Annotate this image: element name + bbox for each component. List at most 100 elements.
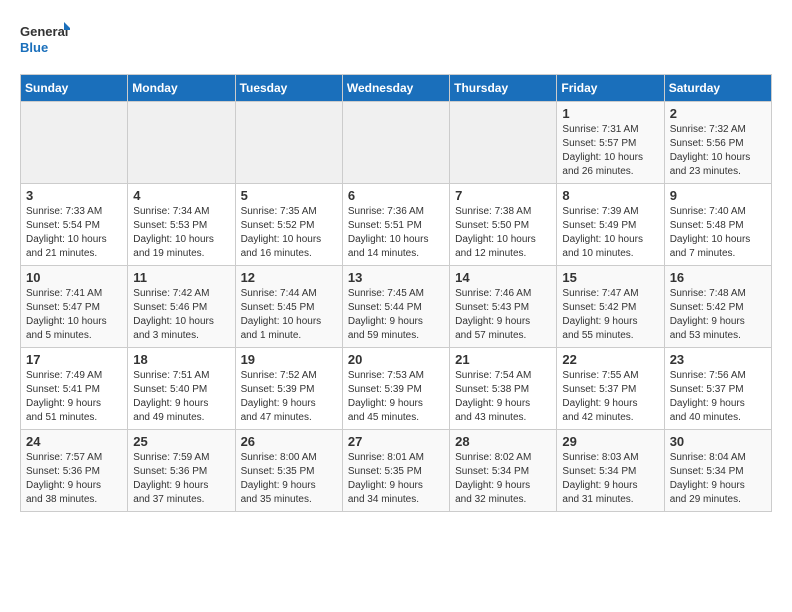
svg-text:Blue: Blue [20,40,48,55]
day-number: 24 [26,434,122,449]
day-info: Sunrise: 7:46 AM Sunset: 5:43 PM Dayligh… [455,287,551,343]
day-info: Sunrise: 7:56 AM Sunset: 5:37 PM Dayligh… [670,369,766,425]
day-number: 3 [26,188,122,203]
calendar-cell [450,102,557,184]
day-header-friday: Friday [557,75,664,102]
day-header-sunday: Sunday [21,75,128,102]
day-info: Sunrise: 7:51 AM Sunset: 5:40 PM Dayligh… [133,369,229,425]
day-info: Sunrise: 7:33 AM Sunset: 5:54 PM Dayligh… [26,205,122,261]
day-number: 22 [562,352,658,367]
day-info: Sunrise: 7:44 AM Sunset: 5:45 PM Dayligh… [241,287,337,343]
day-info: Sunrise: 8:02 AM Sunset: 5:34 PM Dayligh… [455,451,551,507]
day-number: 20 [348,352,444,367]
calendar-cell: 9Sunrise: 7:40 AM Sunset: 5:48 PM Daylig… [664,184,771,266]
calendar-cell: 24 Sunrise: 7:57 AM Sunset: 5:36 PM Dayli… [21,430,128,512]
day-number: 28 [455,434,551,449]
day-number: 27 [348,434,444,449]
calendar-week-3: 10 Sunrise: 7:41 AM Sunset: 5:47 PM Dayli… [21,266,772,348]
day-info: Sunrise: 7:38 AM Sunset: 5:50 PM Dayligh… [455,205,551,261]
day-number: 15 [562,270,658,285]
day-number: 11 [133,270,229,285]
day-number: 2 [670,106,766,121]
day-info: Sunrise: 7:55 AM Sunset: 5:37 PM Dayligh… [562,369,658,425]
day-info: Sunrise: 7:59 AM Sunset: 5:36 PM Dayligh… [133,451,229,507]
day-info: Sunrise: 7:48 AM Sunset: 5:42 PM Dayligh… [670,287,766,343]
calendar-cell: 21Sunrise: 7:54 AM Sunset: 5:38 PM Dayli… [450,348,557,430]
calendar-cell: 26 Sunrise: 8:00 AM Sunset: 5:35 PM Dayli… [235,430,342,512]
day-number: 21 [455,352,551,367]
day-number: 17 [26,352,122,367]
day-info: Sunrise: 8:00 AM Sunset: 5:35 PM Dayligh… [241,451,337,507]
calendar-cell: 5 Sunrise: 7:35 AM Sunset: 5:52 PM Daylig… [235,184,342,266]
calendar-cell: 28 Sunrise: 8:02 AM Sunset: 5:34 PM Dayli… [450,430,557,512]
day-info: Sunrise: 7:34 AM Sunset: 5:53 PM Dayligh… [133,205,229,261]
day-number: 14 [455,270,551,285]
logo: General Blue [20,20,70,64]
day-number: 25 [133,434,229,449]
calendar-cell: 15Sunrise: 7:47 AM Sunset: 5:42 PM Dayli… [557,266,664,348]
page-header: General Blue [20,20,772,64]
day-number: 10 [26,270,122,285]
day-info: Sunrise: 7:45 AM Sunset: 5:44 PM Dayligh… [348,287,444,343]
day-number: 12 [241,270,337,285]
svg-text:General: General [20,24,68,39]
calendar-cell: 4 Sunrise: 7:34 AM Sunset: 5:53 PM Daylig… [128,184,235,266]
day-number: 9 [670,188,766,203]
calendar-cell: 22 Sunrise: 7:55 AM Sunset: 5:37 PM Dayli… [557,348,664,430]
calendar-cell [342,102,449,184]
calendar-cell: 19 Sunrise: 7:52 AM Sunset: 5:39 PM Dayli… [235,348,342,430]
calendar-week-2: 3 Sunrise: 7:33 AM Sunset: 5:54 PM Daylig… [21,184,772,266]
calendar-header-row: SundayMondayTuesdayWednesdayThursdayFrid… [21,75,772,102]
day-number: 6 [348,188,444,203]
calendar-cell: 29 Sunrise: 8:03 AM Sunset: 5:34 PM Dayli… [557,430,664,512]
calendar-cell: 16 Sunrise: 7:48 AM Sunset: 5:42 PM Dayli… [664,266,771,348]
day-number: 7 [455,188,551,203]
calendar-cell: 20 Sunrise: 7:53 AM Sunset: 5:39 PM Dayli… [342,348,449,430]
day-info: Sunrise: 7:41 AM Sunset: 5:47 PM Dayligh… [26,287,122,343]
calendar-cell: 18Sunrise: 7:51 AM Sunset: 5:40 PM Dayli… [128,348,235,430]
day-info: Sunrise: 7:57 AM Sunset: 5:36 PM Dayligh… [26,451,122,507]
calendar-cell [128,102,235,184]
calendar-cell: 6 Sunrise: 7:36 AM Sunset: 5:51 PM Daylig… [342,184,449,266]
calendar-cell: 2 Sunrise: 7:32 AM Sunset: 5:56 PM Daylig… [664,102,771,184]
calendar-cell: 25 Sunrise: 7:59 AM Sunset: 5:36 PM Dayli… [128,430,235,512]
day-number: 30 [670,434,766,449]
calendar-table: SundayMondayTuesdayWednesdayThursdayFrid… [20,74,772,512]
day-number: 4 [133,188,229,203]
day-number: 5 [241,188,337,203]
calendar-cell: 10 Sunrise: 7:41 AM Sunset: 5:47 PM Dayli… [21,266,128,348]
day-number: 26 [241,434,337,449]
day-header-saturday: Saturday [664,75,771,102]
day-number: 8 [562,188,658,203]
calendar-week-5: 24 Sunrise: 7:57 AM Sunset: 5:36 PM Dayli… [21,430,772,512]
day-info: Sunrise: 8:03 AM Sunset: 5:34 PM Dayligh… [562,451,658,507]
calendar-cell: 11 Sunrise: 7:42 AM Sunset: 5:46 PM Dayli… [128,266,235,348]
calendar-week-1: 1 Sunrise: 7:31 AM Sunset: 5:57 PM Daylig… [21,102,772,184]
calendar-week-4: 17 Sunrise: 7:49 AM Sunset: 5:41 PM Dayli… [21,348,772,430]
day-info: Sunrise: 7:49 AM Sunset: 5:41 PM Dayligh… [26,369,122,425]
day-info: Sunrise: 7:36 AM Sunset: 5:51 PM Dayligh… [348,205,444,261]
day-info: Sunrise: 7:39 AM Sunset: 5:49 PM Dayligh… [562,205,658,261]
calendar-cell: 3 Sunrise: 7:33 AM Sunset: 5:54 PM Daylig… [21,184,128,266]
day-number: 29 [562,434,658,449]
day-number: 13 [348,270,444,285]
day-header-tuesday: Tuesday [235,75,342,102]
day-number: 16 [670,270,766,285]
day-number: 1 [562,106,658,121]
day-info: Sunrise: 7:52 AM Sunset: 5:39 PM Dayligh… [241,369,337,425]
day-header-monday: Monday [128,75,235,102]
calendar-cell [235,102,342,184]
day-info: Sunrise: 7:53 AM Sunset: 5:39 PM Dayligh… [348,369,444,425]
day-info: Sunrise: 7:31 AM Sunset: 5:57 PM Dayligh… [562,123,658,179]
day-info: Sunrise: 7:32 AM Sunset: 5:56 PM Dayligh… [670,123,766,179]
day-info: Sunrise: 7:35 AM Sunset: 5:52 PM Dayligh… [241,205,337,261]
day-header-thursday: Thursday [450,75,557,102]
day-number: 23 [670,352,766,367]
day-info: Sunrise: 7:42 AM Sunset: 5:46 PM Dayligh… [133,287,229,343]
calendar-cell: 7 Sunrise: 7:38 AM Sunset: 5:50 PM Daylig… [450,184,557,266]
logo-svg: General Blue [20,20,70,64]
calendar-cell: 12 Sunrise: 7:44 AM Sunset: 5:45 PM Dayli… [235,266,342,348]
day-number: 19 [241,352,337,367]
calendar-cell: 13 Sunrise: 7:45 AM Sunset: 5:44 PM Dayli… [342,266,449,348]
day-info: Sunrise: 8:04 AM Sunset: 5:34 PM Dayligh… [670,451,766,507]
